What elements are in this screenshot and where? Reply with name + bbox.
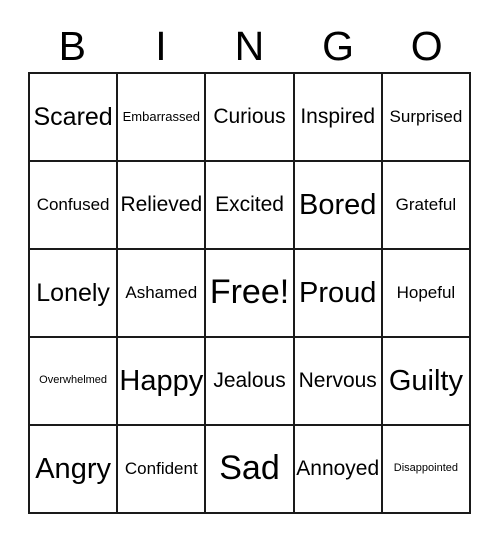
bingo-cell[interactable]: Relieved xyxy=(118,162,207,250)
bingo-cell-label: Ashamed xyxy=(125,283,198,303)
bingo-cell[interactable]: Embarrassed xyxy=(118,74,207,162)
bingo-cell[interactable]: Confident xyxy=(118,426,207,514)
bingo-row: Scared Embarrassed Curious Inspired Surp… xyxy=(30,74,472,162)
bingo-cell-label: Grateful xyxy=(395,195,457,215)
header-letter-o: O xyxy=(410,22,443,69)
bingo-cell-label: Excited xyxy=(215,192,284,216)
bingo-cell-label: Jealous xyxy=(213,368,286,392)
bingo-cell[interactable]: Ashamed xyxy=(118,250,207,338)
bingo-cell-label: Sad xyxy=(219,449,280,488)
bingo-cell[interactable]: Sad xyxy=(206,426,295,514)
bingo-row: Lonely Ashamed Free! Proud Hopeful xyxy=(30,250,472,338)
bingo-cell-label: Surprised xyxy=(389,107,463,127)
header-letter-i: I xyxy=(155,22,167,69)
bingo-cell[interactable]: Lonely xyxy=(30,250,119,338)
bingo-cell-label: Disappointed xyxy=(393,462,459,475)
bingo-cell-label: Inspired xyxy=(300,104,376,128)
bingo-cell-label: Confused xyxy=(36,195,110,215)
bingo-cell[interactable]: Annoyed xyxy=(294,426,383,514)
bingo-cell[interactable]: Angry xyxy=(30,426,119,514)
bingo-cell-label: Embarrassed xyxy=(122,109,200,125)
bingo-cell[interactable]: Excited xyxy=(206,162,295,250)
bingo-cell-label: Bored xyxy=(299,188,377,221)
header-letter-b: B xyxy=(58,22,86,69)
bingo-cell[interactable]: Disappointed xyxy=(382,426,472,514)
bingo-cell[interactable]: Hopeful xyxy=(382,250,472,338)
bingo-cell[interactable]: Bored xyxy=(294,162,383,250)
bingo-cell[interactable]: Confused xyxy=(30,162,119,250)
bingo-cell[interactable]: Surprised xyxy=(382,74,472,162)
bingo-cell-label: Nervous xyxy=(298,368,377,392)
bingo-cell-label: Confident xyxy=(124,459,198,479)
header-letter-g: G xyxy=(322,22,355,69)
bingo-header-row: B I N G O xyxy=(28,20,471,72)
bingo-cell-label: Annoyed xyxy=(296,456,380,480)
bingo-cell[interactable]: Curious xyxy=(206,74,295,162)
bingo-cell[interactable]: Nervous xyxy=(294,338,383,426)
bingo-cell-label: Happy xyxy=(119,364,204,397)
header-letter-n: N xyxy=(234,22,265,69)
bingo-row: Overwhelmed Happy Jealous Nervous Guilty xyxy=(30,338,472,426)
bingo-cell[interactable]: Overwhelmed xyxy=(30,338,119,426)
bingo-cell[interactable]: Grateful xyxy=(382,162,472,250)
bingo-cell-label: Scared xyxy=(33,102,113,131)
bingo-row: Angry Confident Sad Annoyed Disappointed xyxy=(30,426,472,514)
bingo-cell-label: Proud xyxy=(299,276,377,309)
bingo-cell-label: Guilty xyxy=(388,364,463,397)
bingo-cell[interactable]: Scared xyxy=(30,74,119,162)
bingo-cell[interactable]: Guilty xyxy=(382,338,472,426)
bingo-row: Confused Relieved Excited Bored Grateful xyxy=(30,162,472,250)
bingo-cell[interactable]: Happy xyxy=(118,338,207,426)
bingo-cell[interactable]: Inspired xyxy=(294,74,383,162)
bingo-cell-label: Angry xyxy=(35,452,111,485)
bingo-card: B I N G O Scared Embarrassed Curious Ins… xyxy=(0,0,500,544)
bingo-cell-label: Curious xyxy=(213,104,286,128)
bingo-cell-label: Free! xyxy=(209,273,290,312)
bingo-cell-label: Lonely xyxy=(36,278,110,307)
bingo-grid: Scared Embarrassed Curious Inspired Surp… xyxy=(28,72,472,514)
bingo-cell[interactable]: Proud xyxy=(294,250,383,338)
bingo-cell[interactable]: Jealous xyxy=(206,338,295,426)
bingo-cell-free[interactable]: Free! xyxy=(206,250,295,338)
bingo-cell-label: Overwhelmed xyxy=(39,374,108,387)
bingo-cell-label: Hopeful xyxy=(396,283,456,303)
bingo-cell-label: Relieved xyxy=(120,192,203,216)
